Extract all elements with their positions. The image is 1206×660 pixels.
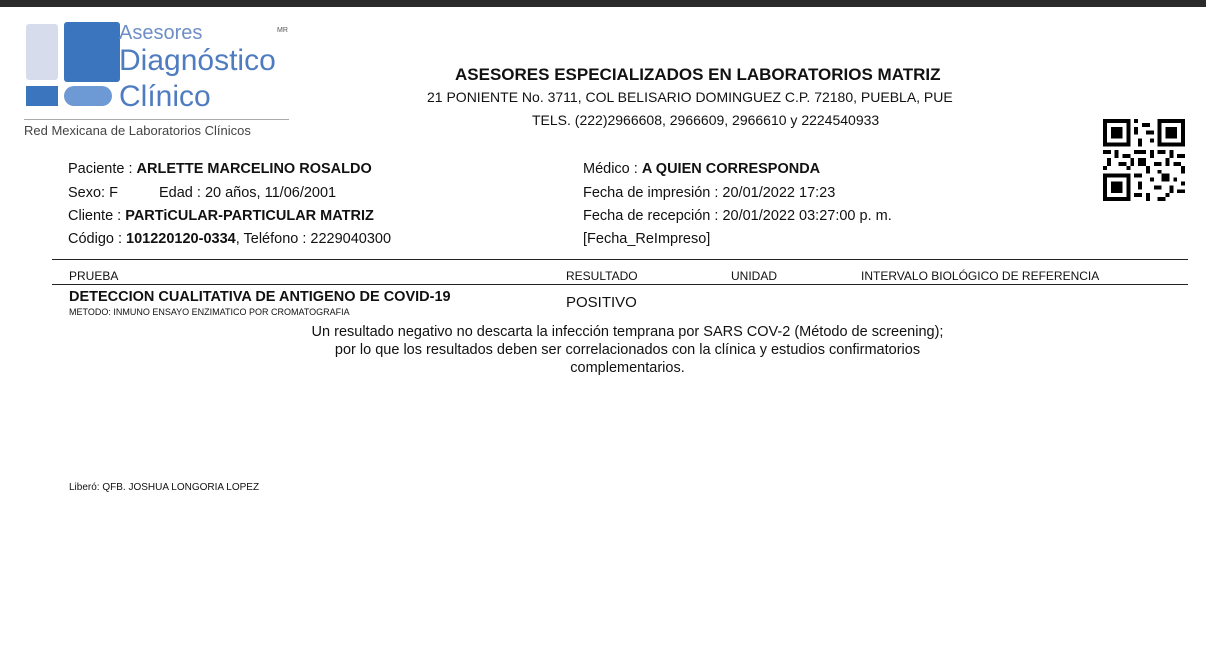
age-value: 20 años, 11/06/2001 <box>204 185 337 201</box>
client-label: Cliente : <box>68 208 126 224</box>
logo-bar-blue <box>26 86 58 106</box>
age-row: Edad : 20 años, 11/06/2001 <box>159 185 336 201</box>
column-header-resultado: RESULTADO <box>566 269 638 283</box>
qr-code-icon <box>1103 119 1185 201</box>
table-header-rule <box>52 284 1188 285</box>
code-phone-row: Código : 101220120-0334, Teléfono : 2229… <box>68 231 391 247</box>
lab-report-page: Asesores Diagnóstico Clínico MR Red Mexi… <box>0 7 1206 660</box>
lab-name-title: ASESORES ESPECIALIZADOS EN LABORATORIOS … <box>455 65 941 84</box>
note-line: complementarios. <box>570 360 685 376</box>
note-line: por lo que los resultados deben ser corr… <box>334 342 921 358</box>
logo-text-clinico: Clínico <box>119 80 211 113</box>
table-top-rule <box>52 259 1188 260</box>
logo-text-asesores: Asesores <box>119 22 203 44</box>
window-top-bar <box>0 0 1206 7</box>
logo-text-diagnostico: Diagnóstico <box>119 44 276 77</box>
doctor-row: Médico : A QUIEN CORRESPONDA <box>583 161 820 177</box>
logo-divider <box>24 119 289 120</box>
lab-logo: Asesores Diagnóstico Clínico MR Red Mexi… <box>24 22 294 152</box>
released-by: Liberó: QFB. JOSHUA LONGORIA LOPEZ <box>69 482 260 493</box>
logo-square-light <box>26 24 58 80</box>
column-header-intervalo: INTERVALO BIOLÓGICO DE REFERENCIA <box>861 269 1100 283</box>
test-result: POSITIVO <box>566 294 637 311</box>
sex-value: F <box>109 185 118 201</box>
test-method: METODO: INMUNO ENSAYO ENZIMATICO POR CRO… <box>69 307 350 317</box>
lab-phones: TELS. (222)2966608, 2966609, 2966610 y 2… <box>532 112 880 128</box>
test-name: DETECCION CUALITATIVA DE ANTIGENO DE COV… <box>69 289 451 305</box>
note-line: Un resultado negativo no descarta la inf… <box>311 324 944 340</box>
patient-label: Paciente : <box>68 161 137 177</box>
sex-label: Sexo: <box>68 185 110 201</box>
age-label: Edad : <box>159 185 205 201</box>
phone-value: 2229040300 <box>310 231 392 247</box>
sex-age-row: Sexo: F <box>68 185 118 201</box>
logo-trademark: MR <box>277 27 288 34</box>
reprint-date-placeholder: [Fecha_ReImpreso] <box>583 231 711 247</box>
logo-pill-blue <box>64 86 112 106</box>
lab-address: 21 PONIENTE No. 3711, COL BELISARIO DOMI… <box>427 89 953 105</box>
column-header-unidad: UNIDAD <box>731 269 778 283</box>
code-value: 101220120-0334 <box>126 231 236 247</box>
logo-tagline: Red Mexicana de Laboratorios Clínicos <box>24 123 251 138</box>
phone-label: , Teléfono : <box>235 231 311 247</box>
column-header-prueba: PRUEBA <box>69 269 119 283</box>
client-row: Cliente : PARTiCULAR-PARTICULAR MATRIZ <box>68 208 374 224</box>
patient-name: ARLETTE MARCELINO ROSALDO <box>136 161 372 177</box>
doctor-label: Médico : <box>583 161 642 177</box>
reception-date: Fecha de recepción : 20/01/2022 03:27:00… <box>583 208 892 224</box>
patient-name-row: Paciente : ARLETTE MARCELINO ROSALDO <box>68 161 372 177</box>
doctor-value: A QUIEN CORRESPONDA <box>641 161 821 177</box>
result-note: Un resultado negativo no descarta la inf… <box>200 323 1055 377</box>
client-value: PARTiCULAR-PARTICULAR MATRIZ <box>125 208 374 224</box>
logo-square-blue <box>64 22 120 82</box>
code-label: Código : <box>68 231 127 247</box>
print-date: Fecha de impresión : 20/01/2022 17:23 <box>583 185 836 201</box>
